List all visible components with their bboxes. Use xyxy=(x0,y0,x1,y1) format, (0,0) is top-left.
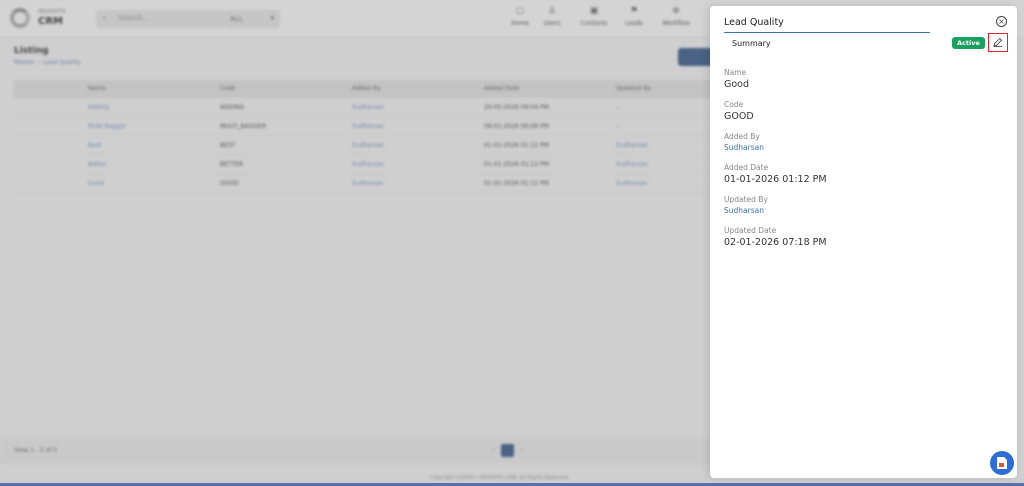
table-row[interactable]: Best BEST Sudharsan 01-01-2026 01:12 PM … xyxy=(14,136,714,155)
code-label: Code xyxy=(724,100,744,109)
search-scope-select[interactable]: ALL ▾ xyxy=(226,10,280,28)
cell-added-date: 01-01-2026 01:12 PM xyxy=(484,161,549,168)
next-page-icon[interactable]: › xyxy=(520,447,523,455)
cell-added-by[interactable]: Sudharsan xyxy=(352,104,384,111)
cell-added-date: 08-01-2026 06:08 PM xyxy=(484,123,549,130)
table-header: Name Code Added By Added Date Updated By xyxy=(14,80,714,98)
table-footer: View 1 - 5 of 5 ‹ › xyxy=(0,438,720,464)
nav-home-label: Home xyxy=(511,20,529,27)
cell-added-date: 01-01-2026 01:12 PM xyxy=(484,142,549,149)
name-value: Good xyxy=(724,79,750,90)
table-row[interactable]: Adding ADDING Sudharsan 20-05-2026 09:04… xyxy=(14,98,714,117)
search-placeholder: Search... xyxy=(118,14,149,22)
table-row[interactable]: Better BETTER Sudharsan 01-01-2026 01:12… xyxy=(14,155,714,174)
breadcrumb: Master › Lead Quality xyxy=(14,59,81,66)
cell-updated-by: - xyxy=(616,123,619,130)
cell-added-by[interactable]: Sudharsan xyxy=(352,161,384,168)
nav-leads[interactable]: ⚑ Leads xyxy=(614,6,654,27)
search-icon: ⌕ xyxy=(102,13,108,23)
chevron-down-icon: ▾ xyxy=(270,14,274,22)
copyright: Copyright ©2026 • INSIGHTS CRM. All Righ… xyxy=(430,475,570,481)
nav-users[interactable]: ♙ Users xyxy=(532,6,572,27)
cell-updated-by: - xyxy=(616,104,619,111)
edit-button[interactable] xyxy=(988,33,1008,52)
cell-updated-by[interactable]: Sudharsan xyxy=(616,180,648,187)
floating-action-button[interactable] xyxy=(990,451,1014,475)
nav-workflow-label: Workflow xyxy=(662,20,690,27)
cell-code: BEST xyxy=(220,142,236,149)
page-button[interactable] xyxy=(500,444,514,457)
brand-tagline: INSIGHTS xyxy=(38,9,66,15)
updated-by-link[interactable]: Sudharsan xyxy=(724,206,764,215)
close-icon[interactable]: × xyxy=(996,16,1007,27)
nav-leads-label: Leads xyxy=(625,20,643,27)
search-scope-value: ALL xyxy=(230,15,243,23)
code-value: GOOD xyxy=(724,111,754,122)
breadcrumb-lead-quality: Lead Quality xyxy=(42,59,81,66)
cell-updated-by[interactable]: Sudharsan xyxy=(616,161,648,168)
cell-added-by[interactable]: Sudharsan xyxy=(352,180,384,187)
cell-name[interactable]: Best xyxy=(88,142,101,149)
pagination-summary: View 1 - 5 of 5 xyxy=(14,447,58,454)
pagination: ‹ › xyxy=(492,444,523,457)
column-header-added-date[interactable]: Added Date xyxy=(484,85,519,92)
column-header-name[interactable]: Name xyxy=(88,85,106,92)
status-badge: Active xyxy=(952,37,985,49)
prev-page-icon[interactable]: ‹ xyxy=(492,447,495,455)
nav-workflow[interactable]: ⊕ Workflow xyxy=(656,6,696,27)
column-header-code[interactable]: Code xyxy=(220,85,235,92)
listing-table: Name Code Added By Added Date Updated By… xyxy=(14,80,714,193)
updated-by-label: Updated By xyxy=(724,195,768,204)
table-row[interactable]: Good GOOD Sudharsan 01-01-2026 01:12 PM … xyxy=(14,174,714,193)
lead-quality-drawer: Lead Quality × Summary Active Name Good … xyxy=(710,6,1017,478)
cell-added-date: 01-01-2026 01:12 PM xyxy=(484,180,549,187)
tab-summary-label: Summary xyxy=(732,39,771,48)
cell-added-by[interactable]: Sudharsan xyxy=(352,123,384,130)
leads-icon: ⚑ xyxy=(629,6,639,16)
added-date-value: 01-01-2026 01:12 PM xyxy=(724,174,827,185)
name-label: Name xyxy=(724,68,747,77)
document-icon xyxy=(997,457,1007,469)
cell-name[interactable]: Adding xyxy=(88,104,109,111)
nav-contacts[interactable]: ▣ Contacts xyxy=(574,6,614,27)
cell-added-by[interactable]: Sudharsan xyxy=(352,142,384,149)
pencil-icon xyxy=(993,37,1003,47)
cell-name[interactable]: Better xyxy=(88,161,107,168)
cell-name[interactable]: Multi Bagger xyxy=(88,123,126,130)
column-header-added-by[interactable]: Added By xyxy=(352,85,381,92)
breadcrumb-master[interactable]: Master xyxy=(14,59,35,66)
cell-added-date: 20-05-2026 09:04 PM xyxy=(484,104,549,111)
nav-users-label: Users xyxy=(543,20,561,27)
search-input[interactable]: ⌕ Search... xyxy=(96,10,226,28)
added-by-link[interactable]: Sudharsan xyxy=(724,143,764,152)
updated-date-value: 02-01-2026 07:18 PM xyxy=(724,237,827,248)
cell-code: GOOD xyxy=(220,180,239,187)
cell-code: MULTI_BAGGER xyxy=(220,123,266,130)
nav-contacts-label: Contacts xyxy=(580,20,608,27)
tab-summary[interactable]: Summary xyxy=(724,32,930,59)
added-date-label: Added Date xyxy=(724,163,769,172)
page-title: Listing xyxy=(14,46,49,56)
logo-icon xyxy=(10,8,30,28)
workflow-icon: ⊕ xyxy=(672,6,680,16)
column-header-updated-by[interactable]: Updated By xyxy=(616,85,651,92)
user-icon: ♙ xyxy=(547,6,557,16)
brand-name: CRM xyxy=(38,16,63,27)
drawer-title: Lead Quality xyxy=(724,17,784,28)
cell-updated-by[interactable]: Sudharsan xyxy=(616,142,648,149)
contacts-icon: ▣ xyxy=(589,6,599,16)
updated-date-label: Updated Date xyxy=(724,226,777,235)
cell-code: ADDING xyxy=(220,104,245,111)
added-by-label: Added By xyxy=(724,132,760,141)
cell-name[interactable]: Good xyxy=(88,180,104,187)
cell-code: BETTER xyxy=(220,161,244,168)
table-row[interactable]: Multi Bagger MULTI_BAGGER Sudharsan 08-0… xyxy=(14,117,714,136)
